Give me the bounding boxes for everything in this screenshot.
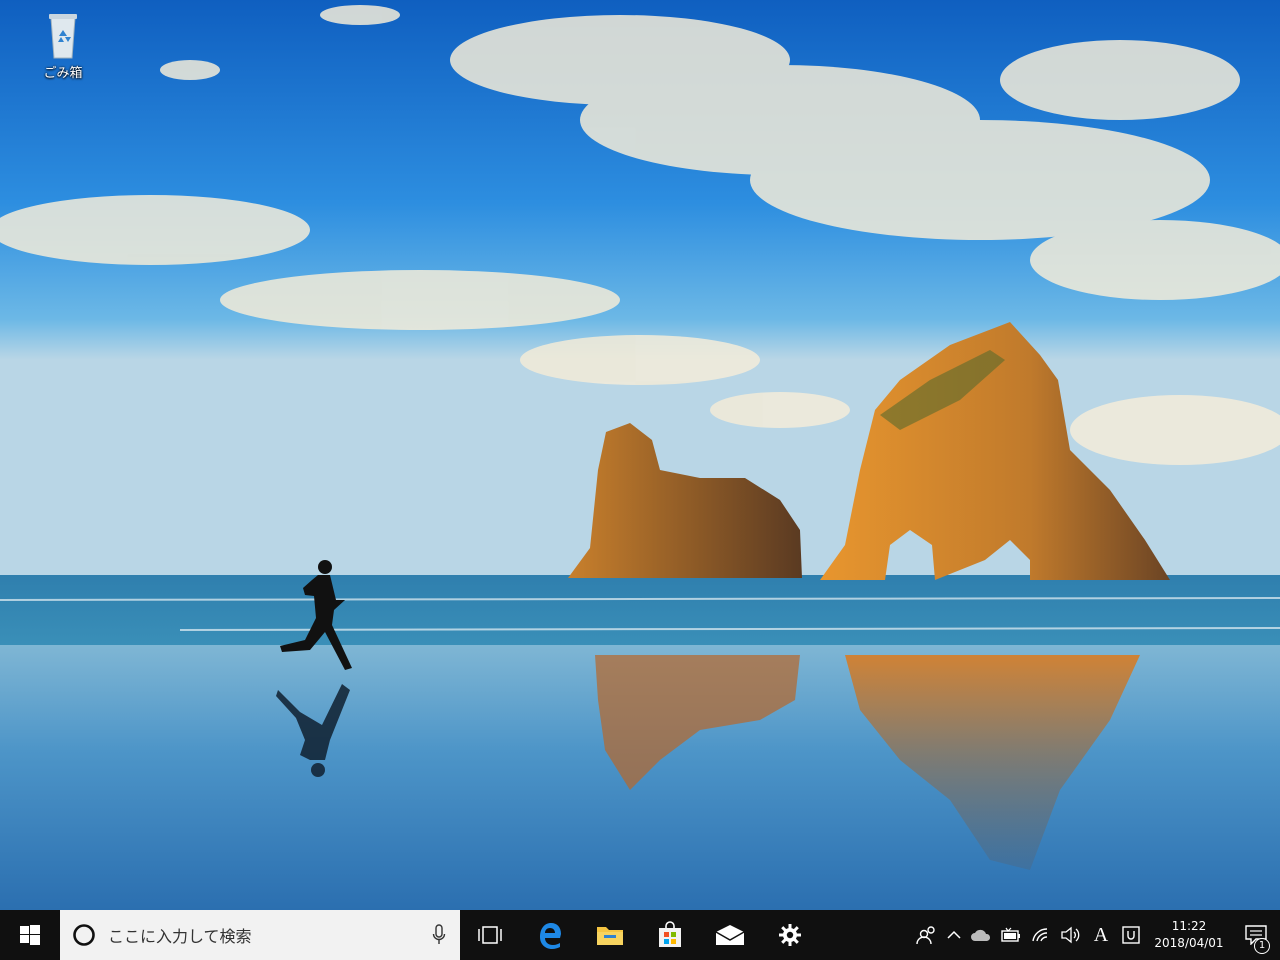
- recycle-bin-desktop-icon[interactable]: ごみ箱: [28, 8, 98, 98]
- pen-icon: [1122, 926, 1140, 944]
- gear-icon: [779, 924, 801, 946]
- clock-time: 11:22: [1171, 919, 1207, 933]
- cloud-icon[interactable]: [966, 910, 996, 960]
- clock-date: 2018/04/01: [1154, 936, 1224, 950]
- windows-logo-icon: [20, 925, 40, 945]
- store-bag-icon: [659, 921, 681, 947]
- settings-button[interactable]: [760, 910, 820, 960]
- mail-button[interactable]: [700, 910, 760, 960]
- clock[interactable]: 11:22 2018/04/01: [1146, 910, 1232, 960]
- microphone-icon[interactable]: [432, 924, 446, 946]
- notification-badge: 1: [1254, 938, 1270, 954]
- store-button[interactable]: [640, 910, 700, 960]
- taskbar: ここに入力して検索 A 11:22 2018/04/01 1: [0, 910, 1280, 960]
- wifi-icon[interactable]: [1026, 910, 1056, 960]
- task-view-button[interactable]: [460, 910, 520, 960]
- task-view-icon: [478, 926, 502, 944]
- system-tray: A 11:22 2018/04/01 1: [912, 910, 1280, 960]
- action-center-button[interactable]: 1: [1232, 910, 1280, 960]
- edge-icon: [540, 923, 561, 949]
- ink-workspace-button[interactable]: [1116, 910, 1146, 960]
- ime-indicator[interactable]: A: [1086, 910, 1116, 960]
- people-icon: [916, 926, 935, 945]
- desktop[interactable]: ごみ箱: [0, 0, 1280, 910]
- volume-icon[interactable]: [1056, 910, 1086, 960]
- mail-icon: [715, 925, 745, 945]
- start-button[interactable]: [0, 910, 60, 960]
- search-placeholder: ここに入力して検索: [108, 927, 252, 946]
- file-explorer-button[interactable]: [580, 910, 640, 960]
- folder-icon: [597, 927, 623, 945]
- recycle-bin-icon: [49, 14, 77, 59]
- cortana-circle-icon: [73, 924, 95, 946]
- battery-icon[interactable]: [996, 910, 1026, 960]
- wallpaper: [0, 0, 1280, 910]
- chevron-up-icon[interactable]: [942, 910, 966, 960]
- people-button[interactable]: [912, 910, 942, 960]
- search-box[interactable]: ここに入力して検索: [60, 910, 460, 960]
- recycle-bin-label: ごみ箱: [43, 66, 83, 81]
- edge-button[interactable]: [520, 910, 580, 960]
